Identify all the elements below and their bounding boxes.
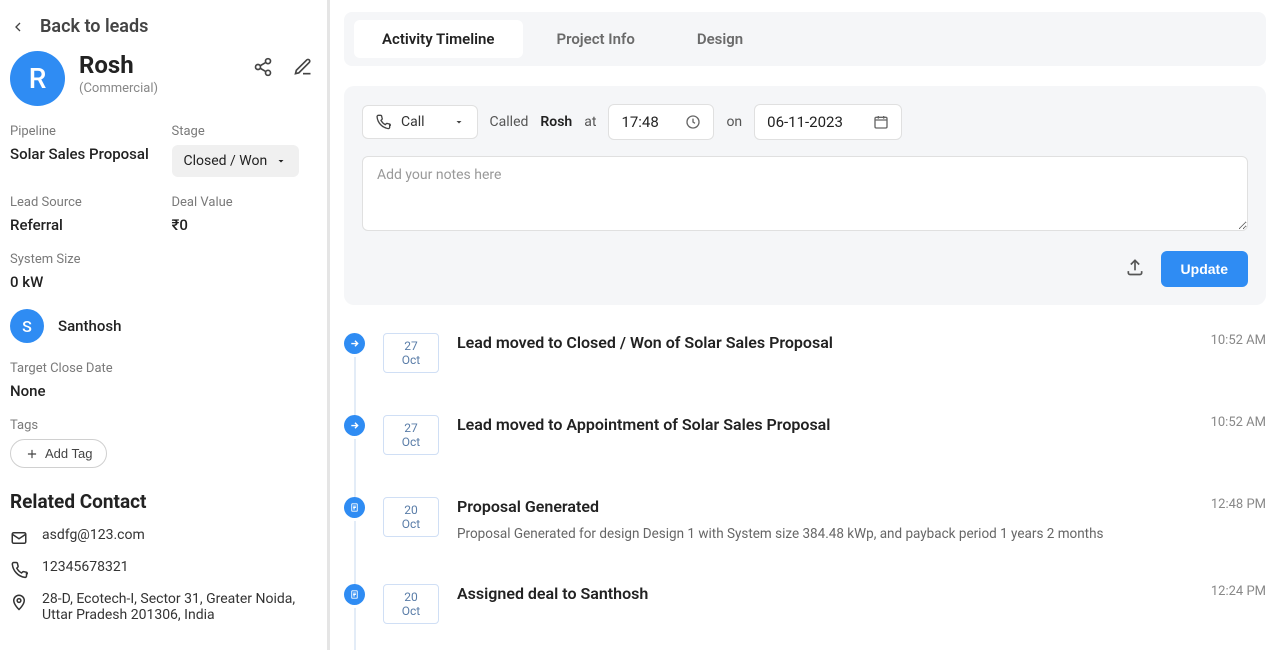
add-tag-label: Add Tag	[45, 446, 92, 461]
lead-avatar: R	[10, 51, 65, 106]
timeline-date: 20 Oct	[383, 584, 439, 624]
document-icon	[344, 584, 365, 605]
timeline-date: 27 Oct	[383, 333, 439, 373]
target-close-value: None	[10, 382, 313, 400]
clock-icon	[685, 114, 701, 130]
lead-source-value: Referral	[10, 216, 152, 234]
sidebar: Back to leads R Rosh (Commercial) Pipeli…	[0, 0, 330, 650]
at-label: at	[584, 114, 596, 130]
time-input-wrap[interactable]	[608, 104, 714, 140]
arrow-right-icon	[344, 333, 365, 354]
lead-header: R Rosh (Commercial)	[10, 51, 313, 106]
timeline-time: 10:52 AM	[1211, 415, 1266, 430]
called-label: Called	[490, 114, 529, 130]
timeline-item: 20 Oct Proposal Generated Proposal Generat…	[344, 497, 1266, 584]
timeline-title: Assigned deal to Santhosh	[457, 584, 1183, 603]
mail-icon	[10, 529, 28, 547]
phone-icon	[10, 561, 28, 579]
stage-select[interactable]: Closed / Won	[172, 145, 300, 177]
arrow-right-icon	[344, 415, 365, 436]
lead-source-label: Lead Source	[10, 195, 152, 210]
contact-address-row: 28-D, Ecotech-I, Sector 31, Greater Noid…	[10, 591, 313, 623]
plus-icon	[25, 447, 39, 461]
timeline-item: 27 Oct Lead moved to Appointment of Solar…	[344, 415, 1266, 497]
callee-name: Rosh	[540, 114, 572, 130]
activity-type-select[interactable]: Call	[362, 105, 478, 139]
pipeline-label: Pipeline	[10, 124, 152, 139]
target-close-label: Target Close Date	[10, 361, 313, 376]
main-panel: Activity Timeline Project Info Design Ca…	[330, 0, 1280, 650]
owner-name: Santhosh	[58, 317, 121, 335]
timeline-item: 20 Oct Assigned deal to Santhosh 12:24 PM	[344, 584, 1266, 650]
upload-icon	[1125, 257, 1145, 277]
timeline-date: 20 Oct	[383, 497, 439, 537]
chevron-down-icon	[453, 116, 465, 128]
lead-type: (Commercial)	[79, 81, 239, 96]
on-label: on	[726, 114, 742, 130]
timeline-title: Proposal Generated	[457, 497, 1183, 516]
system-size-label: System Size	[10, 252, 313, 267]
back-to-leads[interactable]: Back to leads	[10, 16, 313, 37]
time-input[interactable]	[621, 113, 675, 131]
calendar-icon	[873, 114, 889, 130]
call-icon	[375, 114, 391, 130]
timeline-list: 27 Oct Lead moved to Closed / Won of Sola…	[344, 333, 1266, 650]
arrow-left-icon	[10, 19, 26, 35]
related-contact-heading: Related Contact	[10, 490, 313, 513]
timeline-time: 12:48 PM	[1211, 497, 1266, 512]
upload-button[interactable]	[1125, 257, 1145, 281]
contact-phone-row[interactable]: 12345678321	[10, 559, 313, 579]
lead-name: Rosh	[79, 51, 239, 79]
activity-entry-card: Call Called Rosh at on	[344, 86, 1266, 305]
add-tag-button[interactable]: Add Tag	[10, 439, 107, 468]
system-size-value: 0 kW	[10, 273, 313, 291]
timeline-description: Proposal Generated for design Design 1 w…	[457, 526, 1183, 542]
share-icon[interactable]	[253, 57, 273, 77]
timeline-date: 27 Oct	[383, 415, 439, 455]
chevron-down-icon	[275, 155, 287, 167]
edit-icon[interactable]	[293, 57, 313, 77]
date-input-wrap[interactable]	[754, 104, 902, 140]
deal-value-value: ₹0	[172, 216, 314, 234]
notes-textarea[interactable]	[362, 156, 1248, 231]
timeline-time: 12:24 PM	[1211, 584, 1266, 599]
contact-email: asdfg@123.com	[42, 527, 145, 543]
owner-row: S Santhosh	[10, 309, 313, 343]
timeline-time: 10:52 AM	[1211, 333, 1266, 348]
activity-type-value: Call	[401, 114, 425, 130]
back-label: Back to leads	[40, 16, 148, 37]
stage-value: Closed / Won	[184, 153, 268, 169]
tags-label: Tags	[10, 418, 313, 433]
contact-email-row[interactable]: asdfg@123.com	[10, 527, 313, 547]
location-icon	[10, 593, 28, 611]
document-icon	[344, 497, 365, 518]
update-button[interactable]: Update	[1161, 251, 1248, 287]
tab-project-info[interactable]: Project Info	[529, 20, 663, 58]
timeline-title: Lead moved to Closed / Won of Solar Sale…	[457, 333, 1183, 352]
tabs: Activity Timeline Project Info Design	[344, 12, 1266, 66]
deal-value-label: Deal Value	[172, 195, 314, 210]
stage-label: Stage	[172, 124, 314, 139]
tab-activity-timeline[interactable]: Activity Timeline	[354, 20, 523, 58]
timeline-item: 27 Oct Lead moved to Closed / Won of Sola…	[344, 333, 1266, 415]
contact-phone: 12345678321	[42, 559, 129, 575]
owner-avatar: S	[10, 309, 44, 343]
contact-address: 28-D, Ecotech-I, Sector 31, Greater Noid…	[42, 591, 313, 623]
date-input[interactable]	[767, 113, 863, 131]
pipeline-value: Solar Sales Proposal	[10, 145, 152, 163]
tab-design[interactable]: Design	[669, 20, 771, 58]
timeline-title: Lead moved to Appointment of Solar Sales…	[457, 415, 1183, 434]
